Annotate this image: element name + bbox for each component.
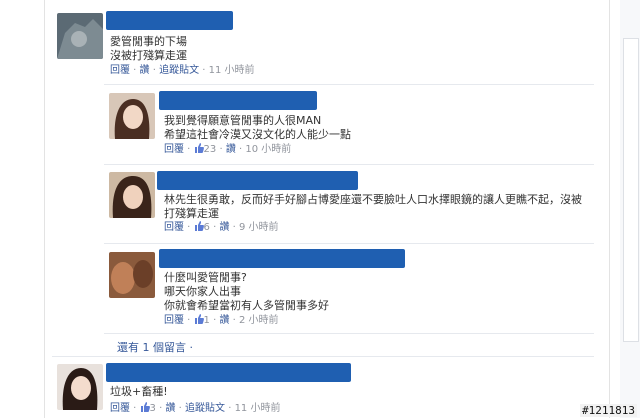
like-link[interactable]: 讚 — [226, 144, 236, 155]
comment-text: 我到覺得願意管閒事的人很MAN 希望這社會冷漠又沒文化的人能少一點 — [164, 114, 351, 141]
divider — [104, 84, 594, 85]
thumbs-up-icon — [140, 402, 150, 412]
like-link[interactable]: 讚 — [165, 403, 175, 414]
commenter-name[interactable] — [106, 11, 233, 30]
commenter-name[interactable] — [159, 249, 405, 268]
thumbs-up-icon — [194, 221, 204, 231]
reply-link[interactable]: 回覆 — [164, 315, 184, 326]
timestamp[interactable]: 11 小時前 — [209, 65, 255, 76]
commenter-name[interactable] — [159, 91, 317, 110]
scrollbar[interactable] — [623, 38, 639, 342]
watermark: #1211813 — [580, 404, 637, 417]
comment-text: 林先生很勇敢，反而好手好腳占博愛座還不要臉吐人口水擇眼鏡的讓人更瞧不起，沒被 打… — [164, 193, 582, 220]
thumbs-up-icon — [194, 314, 204, 324]
follow-post-link[interactable]: 追蹤貼文 — [185, 403, 225, 414]
reply-link[interactable]: 回覆 — [164, 144, 184, 155]
like-link[interactable]: 讚 — [219, 315, 229, 326]
reply-link[interactable]: 回覆 — [110, 403, 130, 414]
timestamp[interactable]: 10 小時前 — [245, 144, 291, 155]
reply-link[interactable]: 回覆 — [164, 222, 184, 233]
thumbs-up-icon — [194, 143, 204, 153]
follow-post-link[interactable]: 追蹤貼文 — [159, 65, 199, 76]
like-count[interactable]: 6 — [204, 222, 210, 233]
avatar[interactable] — [109, 252, 155, 298]
like-link[interactable]: 讚 — [140, 65, 150, 76]
more-replies-link[interactable]: 還有 1 個留言 · — [117, 339, 193, 355]
divider — [52, 356, 594, 357]
avatar[interactable] — [57, 364, 103, 410]
divider — [104, 333, 594, 334]
avatar[interactable] — [109, 93, 155, 139]
reply-link[interactable]: 回覆 — [110, 65, 130, 76]
timestamp[interactable]: 9 小時前 — [239, 222, 279, 233]
like-link[interactable]: 讚 — [219, 222, 229, 233]
comment-actions: 回覆 · 6 · 讚 · 9 小時前 — [164, 221, 279, 233]
commenter-name[interactable] — [157, 171, 358, 190]
timestamp[interactable]: 2 小時前 — [239, 315, 279, 326]
avatar[interactable] — [57, 13, 103, 59]
divider — [104, 164, 594, 165]
comment-actions: 回覆 · 3 · 讚 · 追蹤貼文 · 11 小時前 — [110, 402, 281, 414]
like-count[interactable]: 3 — [150, 403, 156, 414]
commenter-name[interactable] — [106, 363, 351, 382]
like-count[interactable]: 23 — [204, 144, 217, 155]
comment-text: 什麼叫愛管閒事? 哪天你家人出事 你就會希望當初有人多管閒事多好 — [164, 271, 329, 312]
avatar[interactable] — [109, 172, 155, 218]
timestamp[interactable]: 11 小時前 — [235, 403, 281, 414]
comment-text: 垃圾+畜種! — [110, 385, 168, 398]
comment-actions: 回覆 · 23 · 讚 · 10 小時前 — [164, 143, 292, 155]
comment-text: 愛管閒事的下場 沒被打殘算走運 — [110, 35, 187, 62]
comment-actions: 回覆 · 讚 · 追蹤貼文 · 11 小時前 — [110, 65, 255, 76]
comment-actions: 回覆 · 1 · 讚 · 2 小時前 — [164, 314, 279, 326]
like-count[interactable]: 1 — [204, 315, 210, 326]
divider — [104, 243, 594, 244]
